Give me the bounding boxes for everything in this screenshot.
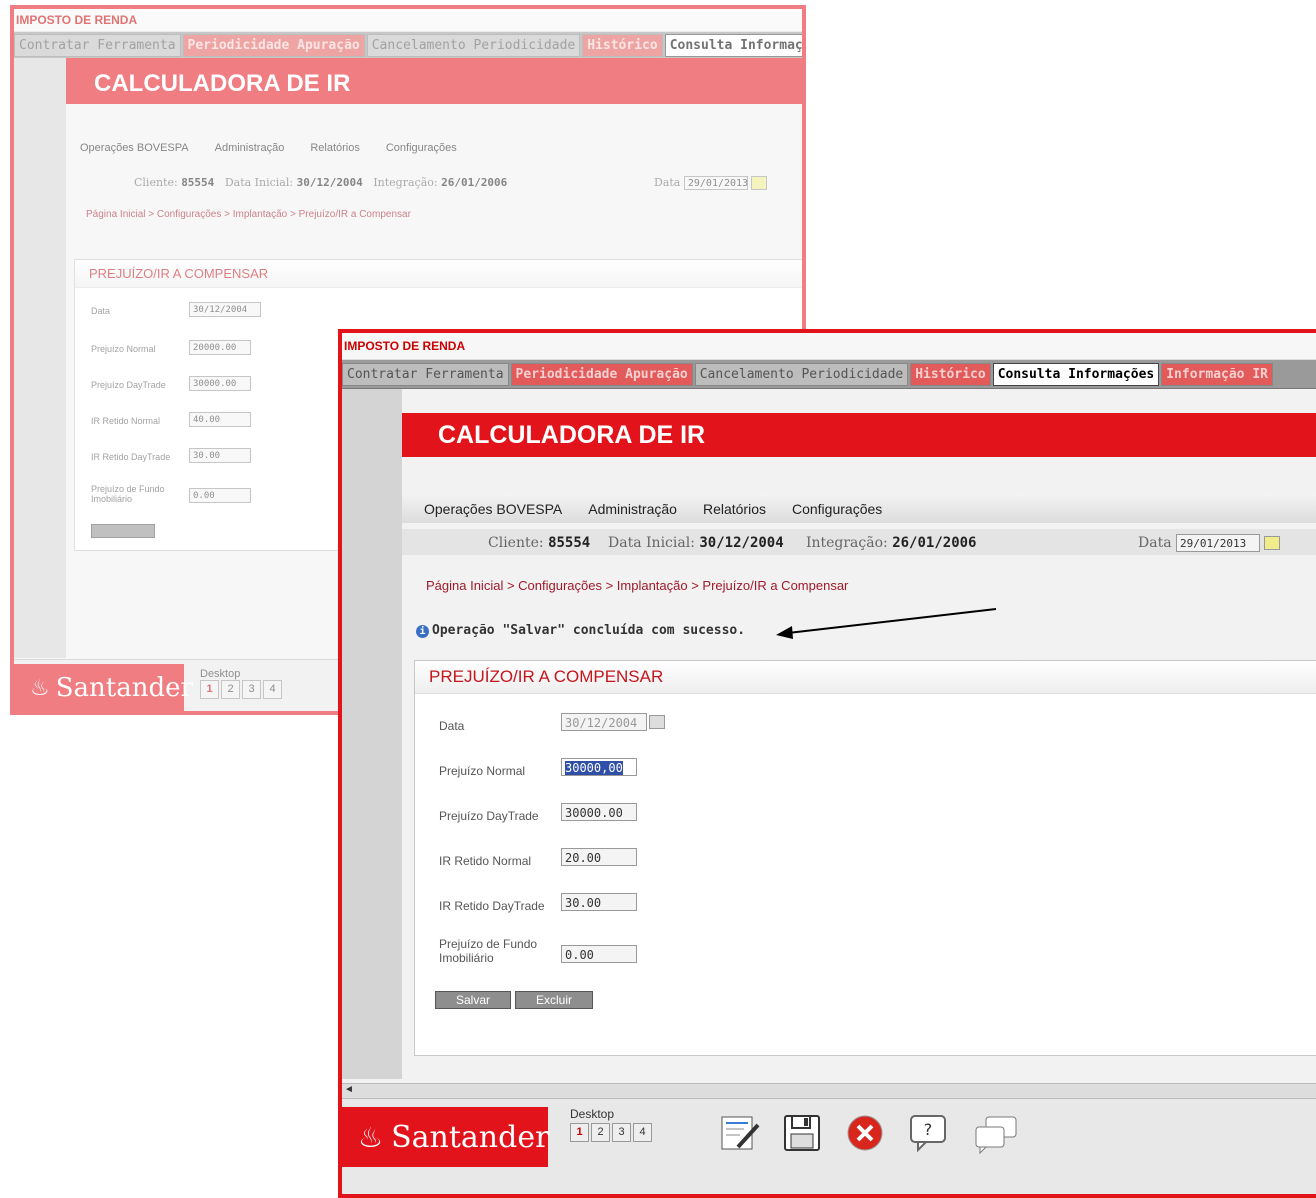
menu-operacoes[interactable]: Operações BOVESPA	[80, 142, 189, 154]
date-info: Data 29/01/2013	[654, 176, 768, 190]
prejuizo-normal-label: Prejuízo Normal	[439, 764, 526, 778]
tab-consulta[interactable]: Consulta Informações	[992, 362, 1160, 386]
left-column	[14, 58, 66, 658]
desktop-4-button[interactable]: 4	[263, 680, 282, 699]
calendar-icon[interactable]	[649, 715, 665, 729]
edit-icon[interactable]	[720, 1113, 762, 1153]
desktop-2-button[interactable]: 2	[221, 680, 240, 699]
scroll-left-icon[interactable]: ◄	[344, 1084, 354, 1095]
tab-informacao-ir[interactable]: Informação IR	[1161, 362, 1273, 386]
tab-bar: Contratar Ferramenta Periodicidade Apura…	[14, 32, 802, 59]
ir-normal-input[interactable]: 40.00	[189, 412, 251, 427]
success-message: i Operação "Salvar" concluída com sucesso…	[416, 623, 745, 638]
menu-operacoes[interactable]: Operações BOVESPA	[424, 501, 562, 517]
left-column	[342, 389, 402, 1079]
client-info: Cliente: 85554 Data Inicial: 30/12/2004 …	[134, 176, 508, 189]
desktop-1-button[interactable]: 1	[570, 1123, 589, 1142]
foreground-screenshot: IMPOSTO DE RENDA Contratar Ferramenta Pe…	[338, 329, 1316, 1198]
save-button[interactable]: Salvar	[435, 991, 511, 1009]
tab-periodicidade[interactable]: Periodicidade Apuração	[182, 33, 365, 57]
annotation-arrow	[776, 608, 997, 639]
breadcrumb: Página Inicial > Configurações > Implant…	[86, 209, 411, 220]
desktop-3-button[interactable]: 3	[242, 680, 261, 699]
date-info: Data 29/01/2013	[1138, 534, 1281, 552]
tab-periodicidade[interactable]: Periodicidade Apuração	[510, 362, 693, 386]
svg-text:?: ?	[924, 1120, 933, 1139]
main-menu: Operações BOVESPA Administração Relatóri…	[424, 501, 908, 517]
menu-administracao[interactable]: Administração	[588, 501, 677, 517]
menu-relatorios[interactable]: Relatórios	[310, 142, 360, 154]
fundo-input[interactable]: 0.00	[189, 488, 251, 503]
data-input[interactable]: 30/12/2004	[189, 302, 261, 317]
desktop-3-button[interactable]: 3	[612, 1123, 631, 1142]
save-disk-icon[interactable]	[782, 1113, 822, 1153]
client-info: Cliente: 85554 Data Inicial: 30/12/2004 …	[488, 535, 977, 551]
page-banner: CALCULADORA DE IR	[66, 58, 802, 104]
data-label: Data	[439, 719, 465, 733]
desktop-2-button[interactable]: 2	[591, 1123, 610, 1142]
flame-icon: ♨	[358, 1120, 384, 1154]
panel-title: PREJUÍZO/IR A COMPENSAR	[75, 260, 802, 288]
help-icon[interactable]: ?	[908, 1113, 950, 1153]
horizontal-scrollbar[interactable]: ◄	[342, 1083, 1316, 1098]
close-icon[interactable]	[845, 1113, 885, 1153]
tab-contratar[interactable]: Contratar Ferramenta	[14, 33, 181, 57]
window-title: IMPOSTO DE RENDA	[14, 9, 802, 32]
desktop-switcher: Desktop 1234	[200, 668, 284, 699]
info-icon: i	[416, 625, 429, 638]
chat-icon[interactable]	[972, 1115, 1020, 1155]
menu-configuracoes[interactable]: Configurações	[792, 501, 882, 517]
desktop-label: Desktop	[570, 1107, 615, 1121]
breadcrumb: Página Inicial > Configurações > Implant…	[426, 578, 849, 593]
prejuizo-normal-input[interactable]: 30000,00	[561, 758, 637, 776]
main-menu: Operações BOVESPA Administração Relatóri…	[80, 142, 483, 154]
calendar-icon[interactable]	[751, 176, 768, 190]
desktop-switcher: Desktop 1234	[570, 1107, 654, 1142]
prejuizo-normal-input[interactable]: 20000.00	[189, 340, 251, 355]
fundo-input[interactable]: 0.00	[561, 945, 637, 963]
tab-historico[interactable]: Histórico	[582, 33, 663, 57]
santander-logo: ♨ Santander	[14, 664, 193, 711]
ir-normal-input[interactable]: 20.00	[561, 848, 637, 866]
taskbar: ♨ Santander Desktop 1234 ?	[342, 1098, 1316, 1194]
ir-daytrade-input[interactable]: 30.00	[189, 448, 251, 463]
prejuizo-daytrade-input[interactable]: 30000.00	[189, 376, 251, 391]
tab-contratar[interactable]: Contratar Ferramenta	[342, 362, 509, 386]
santander-logo: ♨ Santander	[342, 1107, 549, 1167]
data-input[interactable]: 30/12/2004	[561, 713, 647, 731]
ir-daytrade-input[interactable]: 30.00	[561, 893, 637, 911]
prejuizo-daytrade-input[interactable]: 30000.00	[561, 803, 637, 821]
fundo-label: Prejuízo de Fundo Imobiliário	[439, 937, 538, 965]
date-input[interactable]: 29/01/2013	[1176, 534, 1260, 552]
window-title: IMPOSTO DE RENDA	[342, 333, 1316, 360]
flame-icon: ♨	[30, 675, 50, 701]
calendar-icon[interactable]	[1264, 536, 1281, 550]
tab-consulta[interactable]: Consulta Informações	[664, 33, 802, 57]
menu-relatorios[interactable]: Relatórios	[703, 501, 766, 517]
tab-cancelamento[interactable]: Cancelamento Periodicidade	[366, 33, 581, 57]
menu-configuracoes[interactable]: Configurações	[386, 142, 457, 154]
ir-normal-label: IR Retido Normal	[439, 854, 532, 868]
form-panel: PREJUÍZO/IR A COMPENSAR Data 30/12/2004 …	[414, 660, 1316, 1056]
desktop-4-button[interactable]: 4	[633, 1123, 652, 1142]
tab-bar: Contratar Ferramenta Periodicidade Apura…	[342, 360, 1316, 389]
ir-daytrade-label: IR Retido DayTrade	[439, 899, 545, 913]
tab-cancelamento[interactable]: Cancelamento Periodicidade	[694, 362, 909, 386]
back-buttons[interactable]	[91, 524, 155, 538]
delete-button[interactable]: Excluir	[515, 991, 593, 1009]
desktop-1-button[interactable]: 1	[200, 680, 219, 699]
tab-historico[interactable]: Histórico	[910, 362, 991, 386]
page-banner: CALCULADORA DE IR	[402, 413, 1316, 457]
menu-administracao[interactable]: Administração	[215, 142, 285, 154]
prejuizo-daytrade-label: Prejuízo DayTrade	[439, 809, 539, 823]
panel-title: PREJUÍZO/IR A COMPENSAR	[415, 661, 1316, 694]
